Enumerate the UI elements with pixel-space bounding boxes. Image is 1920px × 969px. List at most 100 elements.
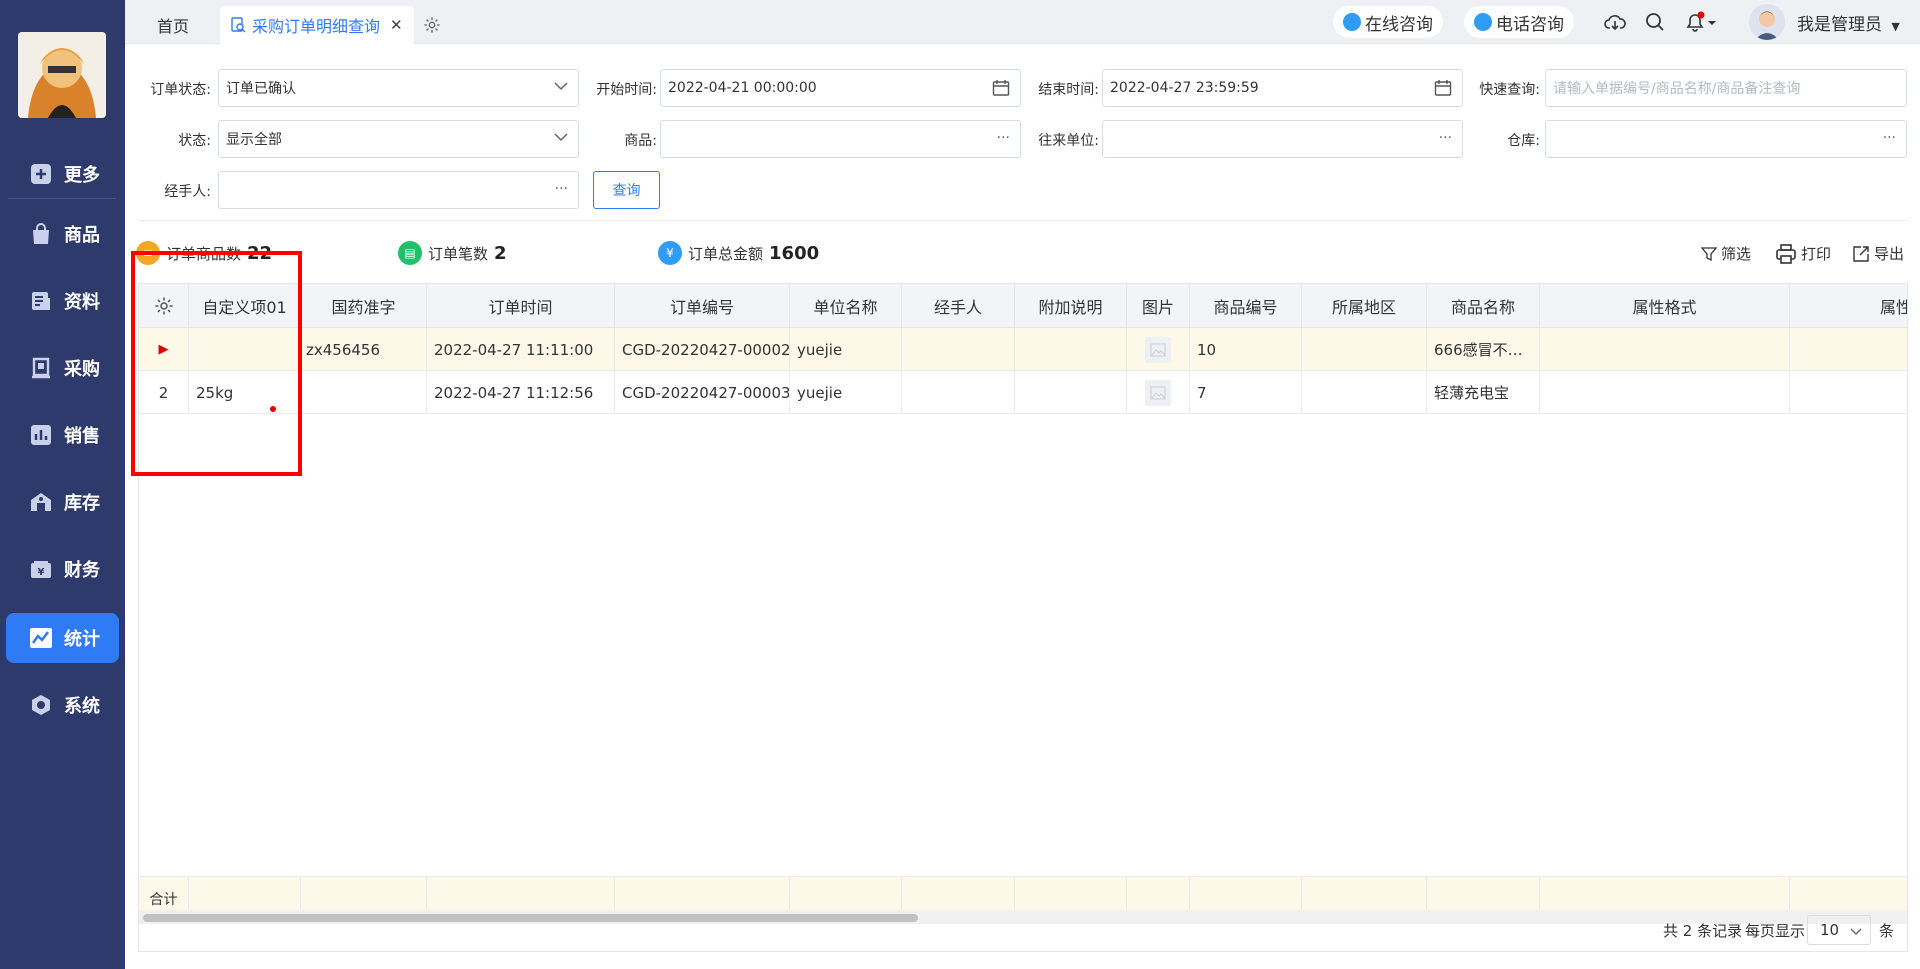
summary-cell	[902, 877, 1015, 911]
calendar-icon[interactable]	[992, 79, 1010, 101]
search-icon[interactable]	[1643, 10, 1667, 34]
column-header[interactable]: 订单编号	[615, 284, 790, 328]
calendar-icon[interactable]	[1434, 79, 1452, 101]
tab-settings[interactable]	[423, 6, 441, 44]
user-name: 我是管理员	[1797, 15, 1882, 35]
sidebar-item-data[interactable]: 资料	[6, 276, 119, 326]
column-header[interactable]: 所属地区	[1302, 284, 1427, 328]
end-time-input[interactable]: 2022-04-27 23:59:59	[1102, 69, 1463, 107]
yen-circle-icon: ¥	[658, 241, 682, 265]
warehouse-input[interactable]: ···	[1545, 120, 1907, 158]
column-header[interactable]: 附加说明	[1015, 284, 1127, 328]
order-count-value: 2	[494, 242, 507, 264]
order-status-select[interactable]: 订单已确认	[218, 69, 579, 107]
page-size-select[interactable]: 10	[1807, 915, 1871, 945]
more-dots-icon[interactable]: ···	[997, 130, 1010, 146]
cell-note	[1015, 371, 1127, 414]
avatar[interactable]	[1749, 4, 1785, 40]
pager-per-page-label: 每页显示	[1745, 922, 1806, 940]
cell-image[interactable]	[1127, 371, 1190, 414]
notification-bell-icon[interactable]	[1684, 10, 1718, 34]
tab-home[interactable]: 首页	[157, 6, 189, 44]
settings-hex-icon	[28, 692, 54, 718]
plus-square-icon	[28, 161, 54, 187]
sidebar-item-label: 统计	[64, 629, 100, 650]
warehouse-icon	[28, 489, 54, 515]
sidebar-item-statistics[interactable]: 统计	[6, 613, 119, 663]
cloud-download-icon[interactable]	[1603, 10, 1627, 34]
summary-cell	[427, 877, 615, 911]
summary-row: 合计	[139, 876, 1907, 911]
export-button[interactable]: 导出	[1852, 243, 1904, 264]
column-header[interactable]: 单位名称	[790, 284, 902, 328]
sidebar-divider	[8, 198, 116, 199]
cell-handler	[902, 371, 1015, 414]
start-time-input[interactable]: 2022-04-21 00:00:00	[660, 69, 1021, 107]
column-header[interactable]: 属性	[1790, 284, 1907, 328]
cell-attr	[1790, 371, 1907, 414]
column-header[interactable]: 属性格式	[1540, 284, 1790, 328]
total-amount-value: 1600	[769, 242, 820, 264]
page-size-value: 10	[1820, 921, 1840, 939]
column-header[interactable]: 订单时间	[427, 284, 615, 328]
sidebar-item-system[interactable]: 系统	[6, 680, 119, 730]
status-select[interactable]: 显示全部	[218, 120, 579, 158]
scrollbar-thumb[interactable]	[143, 914, 918, 922]
main-panel: 订单状态: 订单已确认 开始时间: 2022-04-21 00:00:00 结束…	[125, 44, 1920, 969]
chevron-down-icon	[554, 79, 568, 95]
column-header[interactable]: 商品名称	[1427, 284, 1540, 328]
summary-cell	[189, 877, 301, 911]
sidebar-item-label: 库存	[64, 493, 100, 514]
phone-consult-label: 电话咨询	[1496, 14, 1564, 35]
phone-consult-button[interactable]: 电话咨询	[1464, 6, 1574, 38]
cell-order-time: 2022-04-27 11:11:00	[427, 328, 615, 371]
table-row[interactable]: 2 25kg 2022-04-27 11:12:56 CGD-20220427-…	[139, 371, 1907, 414]
sidebar-item-more[interactable]: 更多	[6, 149, 119, 199]
cell-goods-name: 666感冒不…	[1427, 328, 1540, 371]
finance-icon: ¥	[28, 556, 54, 582]
column-header[interactable]: 国药准字	[301, 284, 427, 328]
cell-region	[1302, 371, 1427, 414]
end-time-value: 2022-04-27 23:59:59	[1110, 80, 1259, 96]
image-placeholder-icon	[1145, 379, 1171, 406]
user-name-menu[interactable]: 我是管理员 ▼	[1797, 10, 1900, 35]
sidebar-item-sales[interactable]: 销售	[6, 410, 119, 460]
table-row[interactable]: ▶ zx456456 2022-04-27 11:11:00 CGD-20220…	[139, 328, 1907, 371]
tab-purchase-order-detail[interactable]: 采购订单明细查询 ✕	[220, 6, 414, 44]
more-dots-icon[interactable]: ···	[555, 181, 568, 197]
cell-image[interactable]	[1127, 328, 1190, 371]
partner-input[interactable]: ···	[1102, 120, 1463, 158]
close-icon[interactable]: ✕	[390, 16, 403, 34]
print-label: 打印	[1801, 245, 1832, 263]
chevron-down-icon	[554, 130, 568, 146]
sidebar-item-finance[interactable]: ¥ 财务	[6, 544, 119, 594]
summary-cell	[1540, 877, 1790, 911]
chevron-down-icon	[1850, 923, 1862, 941]
horizontal-scrollbar[interactable]	[139, 910, 1907, 924]
table-header: 自定义项01 国药准字 订单时间 订单编号 单位名称 经手人 附加说明 图片 商…	[139, 284, 1907, 328]
sidebar-item-purchase[interactable]: 采购	[6, 343, 119, 393]
column-header[interactable]: 经手人	[902, 284, 1015, 328]
gear-icon	[424, 17, 440, 33]
statistics-icon	[28, 625, 54, 651]
filter-button[interactable]: 筛选	[1701, 243, 1751, 264]
order-status-label: 订单状态:	[150, 82, 211, 98]
handler-input[interactable]: ···	[218, 171, 579, 209]
start-time-label: 开始时间:	[596, 82, 657, 98]
column-header[interactable]: 图片	[1127, 284, 1190, 328]
sidebar-item-label: 商品	[64, 225, 100, 246]
sidebar-item-goods[interactable]: 商品	[6, 209, 119, 259]
print-button[interactable]: 打印	[1775, 243, 1831, 264]
query-button[interactable]: 查询	[593, 171, 660, 209]
more-dots-icon[interactable]: ···	[1883, 130, 1896, 146]
sidebar-item-inventory[interactable]: 库存	[6, 477, 119, 527]
quick-query-placeholder: 请输入单据编号/商品名称/商品备注查询	[1553, 81, 1801, 97]
more-dots-icon[interactable]: ···	[1439, 130, 1452, 146]
column-header[interactable]: 商品编号	[1190, 284, 1302, 328]
warehouse-label: 仓库:	[1507, 133, 1540, 149]
goods-input[interactable]: ···	[660, 120, 1021, 158]
quick-query-input[interactable]: 请输入单据编号/商品名称/商品备注查询	[1545, 69, 1907, 107]
cell-goods-name: 轻薄充电宝	[1427, 371, 1540, 414]
online-consult-button[interactable]: 在线咨询	[1333, 6, 1443, 38]
cell-order-time: 2022-04-27 11:12:56	[427, 371, 615, 414]
